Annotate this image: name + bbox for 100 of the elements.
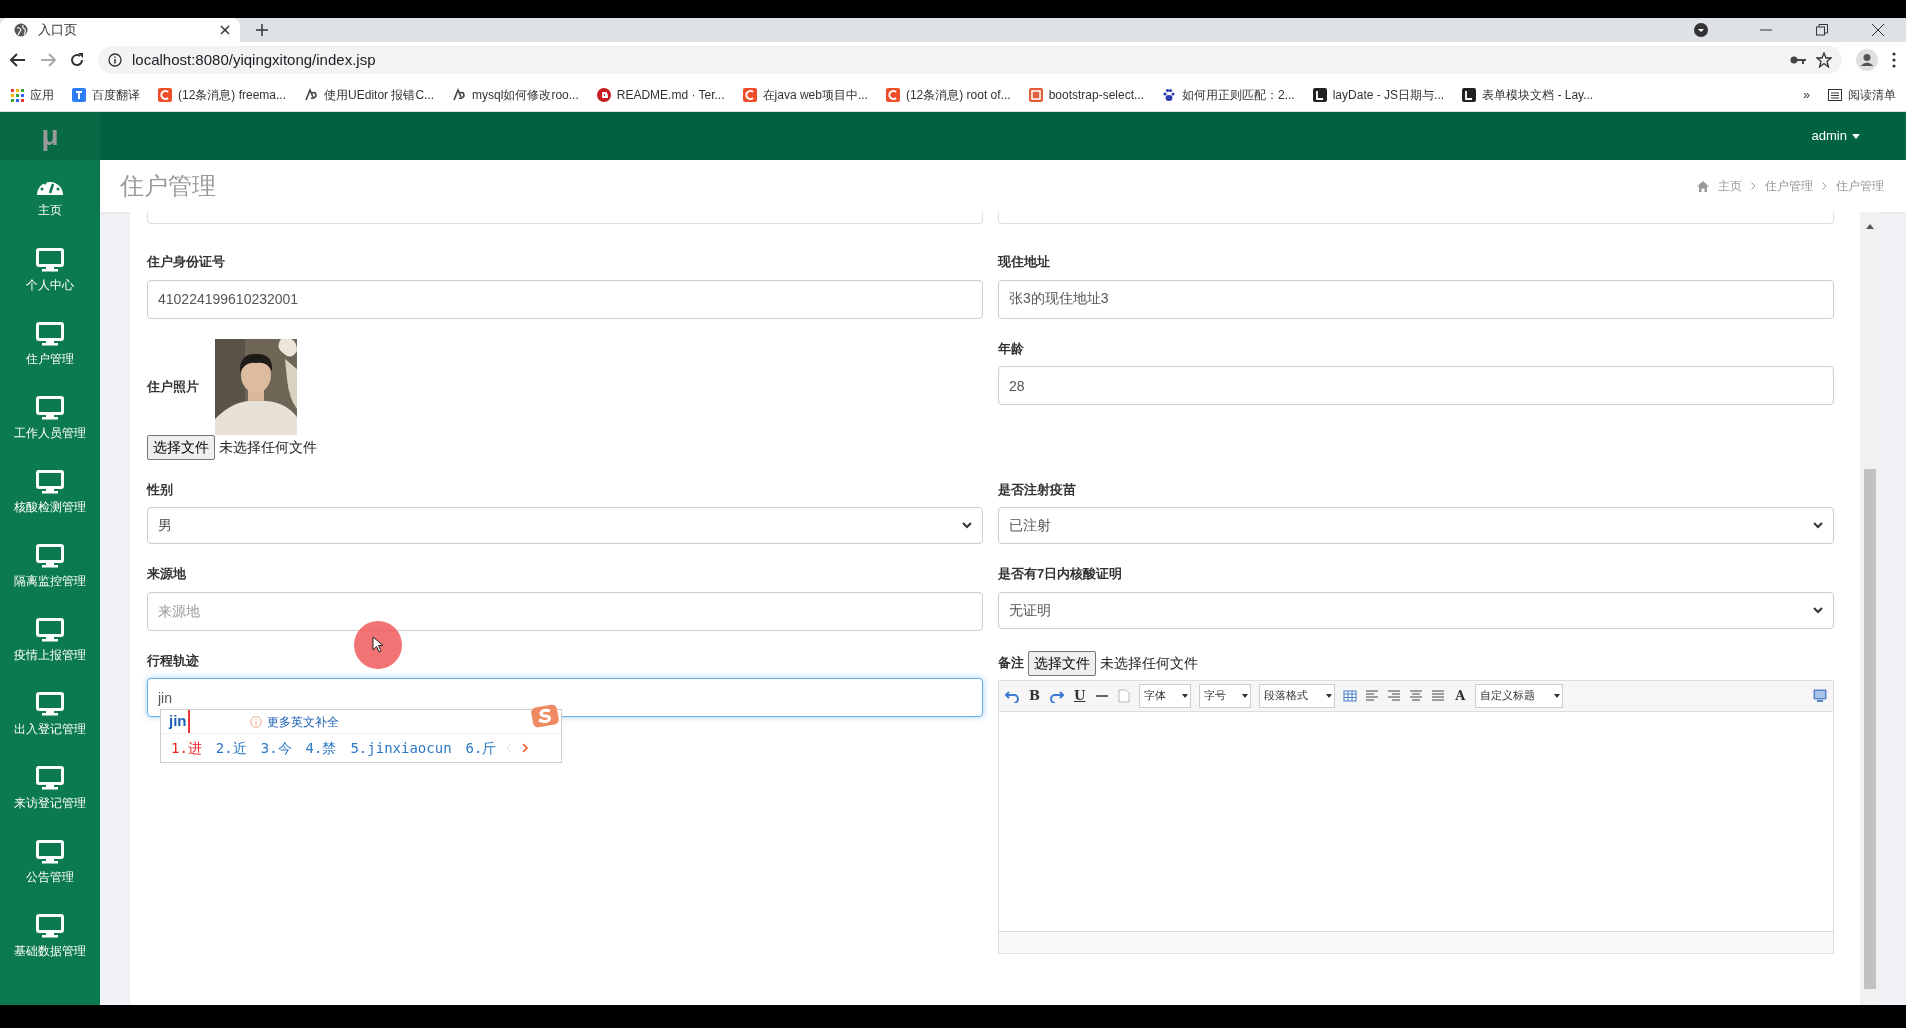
align-center-icon[interactable] — [1409, 688, 1424, 703]
bookmark-label: layDate - JS日期与... — [1332, 86, 1445, 104]
align-left-icon[interactable] — [1365, 688, 1380, 703]
key-icon[interactable] — [1790, 55, 1806, 65]
field-label: 现住地址 — [998, 253, 1051, 271]
address-bar[interactable]: localhost:8080/yiqingxitong/index.jsp — [98, 46, 1842, 74]
menu-icon[interactable] — [1892, 52, 1896, 68]
bookmark-link[interactable]: 百度翻译 — [72, 85, 140, 104]
undo-icon[interactable] — [1005, 688, 1019, 703]
ime-candidate[interactable]: 2.近 — [215, 737, 247, 759]
sidebar-item[interactable]: 出入登记管理 — [0, 678, 100, 752]
bookmark-link[interactable]: 应用 — [10, 85, 54, 104]
reading-list-button[interactable]: 阅读清单 — [1828, 85, 1896, 104]
close-icon[interactable] — [220, 25, 230, 35]
justify-icon[interactable] — [1431, 688, 1446, 703]
bookmark-link[interactable]: (12条消息) root of... — [885, 85, 1011, 104]
bookmark-link[interactable]: mysql如何修改roo... — [452, 85, 579, 104]
select-field[interactable]: 已注射 — [998, 507, 1834, 544]
favicon-icon — [1462, 87, 1477, 102]
ime-candidate[interactable]: 1.进 — [171, 737, 202, 759]
cursor-icon — [372, 636, 384, 653]
fullscreen-icon[interactable] — [1813, 689, 1827, 702]
bookmark-label: 百度翻译 — [92, 86, 140, 104]
ime-candidate[interactable]: 4.禁 — [305, 737, 337, 759]
chevron-icon — [1751, 182, 1756, 190]
ime-candidate[interactable]: 3.今 — [260, 737, 292, 759]
field-label: 是否有7日内核酸证明 — [998, 565, 1124, 583]
toolbar-dropdown[interactable]: 字体 — [1139, 683, 1192, 708]
monitor-icon — [36, 618, 64, 642]
format-button[interactable]: A — [1453, 685, 1468, 706]
sidebar-item[interactable]: 核酸检测管理 — [0, 456, 100, 530]
select-field[interactable]: 无证明 — [998, 591, 1834, 629]
select-field[interactable]: 男 — [147, 507, 983, 544]
format-button[interactable]: U — [1072, 685, 1088, 706]
align-right-icon[interactable] — [1387, 688, 1402, 703]
star-icon[interactable] — [1816, 52, 1832, 68]
input-field[interactable] — [147, 212, 983, 224]
apps-grid-icon — [10, 87, 24, 102]
input-field[interactable]: 张3的现住地址3 — [998, 279, 1834, 319]
restore-icon[interactable] — [1816, 24, 1828, 36]
sidebar-item[interactable]: 主页 — [0, 160, 100, 234]
bookmark-link[interactable]: README.md · Ter... — [596, 85, 725, 104]
input-field[interactable]: 28 — [998, 366, 1834, 405]
forward-icon[interactable] — [40, 53, 56, 67]
profile-icon[interactable] — [1856, 49, 1878, 71]
ime-candidate[interactable]: 5.jinxiaocun — [350, 737, 452, 759]
choose-file-button[interactable]: 选择文件 — [1028, 650, 1096, 676]
sidebar-item[interactable]: 个人中心 — [0, 234, 100, 308]
redo-icon[interactable] — [1050, 688, 1064, 703]
bookmark-label: 使用UEditor 报错C... — [324, 86, 435, 104]
input-field[interactable]: 410224199610232001 — [147, 279, 983, 319]
scroll-up-icon[interactable] — [1866, 224, 1874, 229]
ime-composition: jin — [169, 710, 190, 733]
page-title: 住户管理 — [120, 171, 216, 201]
scrollbar[interactable] — [1860, 212, 1880, 1005]
tab-search-icon[interactable] — [1694, 23, 1708, 37]
format-button[interactable]: B — [1027, 685, 1042, 706]
bookmark-link[interactable]: bootstrap-select... — [1028, 85, 1144, 104]
new-tab-icon[interactable] — [256, 24, 268, 36]
monitor-icon — [36, 322, 64, 346]
favicon-icon — [1312, 87, 1327, 102]
scrollbar-thumb[interactable] — [1864, 469, 1876, 989]
reading-list-icon — [1828, 88, 1842, 101]
bookmark-label: (12条消息) freema... — [178, 86, 287, 104]
info-icon — [108, 53, 122, 67]
sidebar-item[interactable]: 基础数据管理 — [0, 900, 100, 974]
toolbar-dropdown[interactable]: 段落格式 — [1259, 683, 1336, 708]
input-field[interactable] — [998, 212, 1834, 224]
sidebar-item[interactable]: 住户管理 — [0, 308, 100, 382]
toolbar-dropdown[interactable]: 自定义标题 — [1475, 683, 1564, 708]
sidebar-item[interactable]: 隔离监控管理 — [0, 530, 100, 604]
monitor-icon — [36, 544, 64, 568]
caret-icon — [1554, 693, 1561, 698]
monitor-icon — [36, 840, 64, 864]
sidebar-item[interactable]: 疫情上报管理 — [0, 604, 100, 678]
bookmark-link[interactable]: (12条消息) freema... — [158, 85, 287, 104]
back-icon[interactable] — [10, 53, 26, 67]
bookmark-label: README.md · Ter... — [616, 86, 725, 104]
sidebar-item[interactable]: 工作人员管理 — [0, 382, 100, 456]
sidebar-item[interactable]: 来访登记管理 — [0, 752, 100, 826]
bookmark-link[interactable]: 在java web项目中... — [742, 85, 868, 104]
choose-file-button[interactable]: 选择文件 — [147, 434, 215, 460]
field-label: 年龄 — [998, 339, 1025, 358]
bookmark-link[interactable]: 如何用正则匹配：2... — [1162, 85, 1295, 104]
user-menu[interactable]: admin — [1805, 125, 1866, 147]
bookmark-link[interactable]: 使用UEditor 报错C... — [304, 85, 435, 104]
bookmark-link[interactable]: 表单模块文档 - Lay... — [1462, 85, 1594, 104]
browser-tab[interactable]: 入口页 — [0, 18, 240, 42]
more-bookmarks-button[interactable]: » — [1803, 85, 1810, 104]
bookmark-link[interactable]: layDate - JS日期与... — [1312, 85, 1445, 104]
close-icon[interactable] — [1872, 24, 1884, 36]
table-icon[interactable] — [1343, 688, 1358, 703]
reload-icon[interactable] — [70, 53, 84, 67]
reading-list-label: 阅读清单 — [1848, 86, 1896, 104]
sidebar-item[interactable]: 公告管理 — [0, 826, 100, 900]
ime-candidate[interactable]: 6.斤 — [465, 737, 497, 759]
toolbar-dropdown[interactable]: 字号 — [1199, 683, 1252, 708]
input-field[interactable]: 来源地 — [147, 591, 983, 631]
field-label: 行程轨迹 — [147, 651, 200, 670]
field-label: 住户照片 — [147, 377, 199, 396]
